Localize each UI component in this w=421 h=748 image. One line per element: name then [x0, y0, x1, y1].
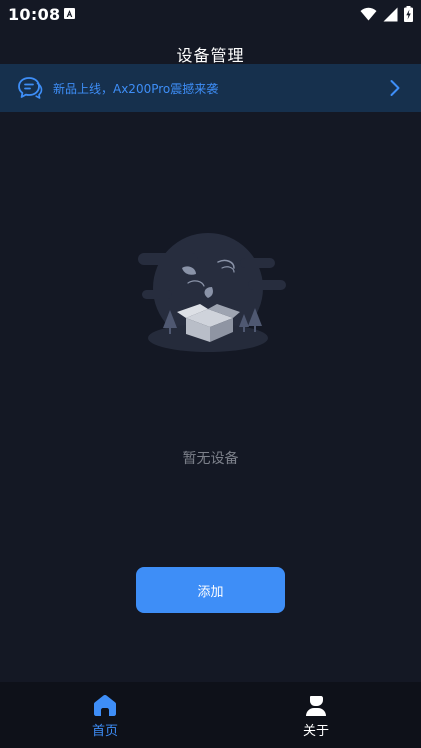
- header: 设备管理: [0, 28, 421, 65]
- notice-text: 新品上线，Ax200Pro震撼来袭: [53, 82, 219, 96]
- bottom-tab-bar: 首页 关于: [0, 682, 421, 748]
- message-bubble-icon: [18, 77, 43, 99]
- status-bar: 10:08: [0, 0, 421, 28]
- status-time: 10:08: [8, 5, 61, 24]
- notice-banner[interactable]: 新品上线，Ax200Pro震撼来袭: [0, 64, 421, 112]
- add-device-button[interactable]: 添加: [136, 567, 285, 613]
- home-icon: [94, 695, 116, 716]
- page-title: 设备管理: [176, 46, 245, 65]
- tab-home-label: 首页: [91, 724, 118, 739]
- a-notification-icon: [64, 8, 75, 19]
- cellular-signal-icon: [383, 7, 398, 21]
- status-icons: [360, 6, 413, 22]
- empty-box-illustration: [138, 233, 286, 352]
- tab-about-label: 关于: [302, 724, 329, 739]
- tab-about[interactable]: 关于: [246, 682, 386, 748]
- chevron-right-icon: [390, 80, 400, 96]
- battery-charging-icon: [404, 6, 413, 22]
- empty-state-message: 暂无设备: [182, 451, 239, 467]
- tab-home[interactable]: 首页: [35, 682, 175, 748]
- person-icon: [306, 696, 326, 716]
- wifi-icon: [360, 7, 377, 21]
